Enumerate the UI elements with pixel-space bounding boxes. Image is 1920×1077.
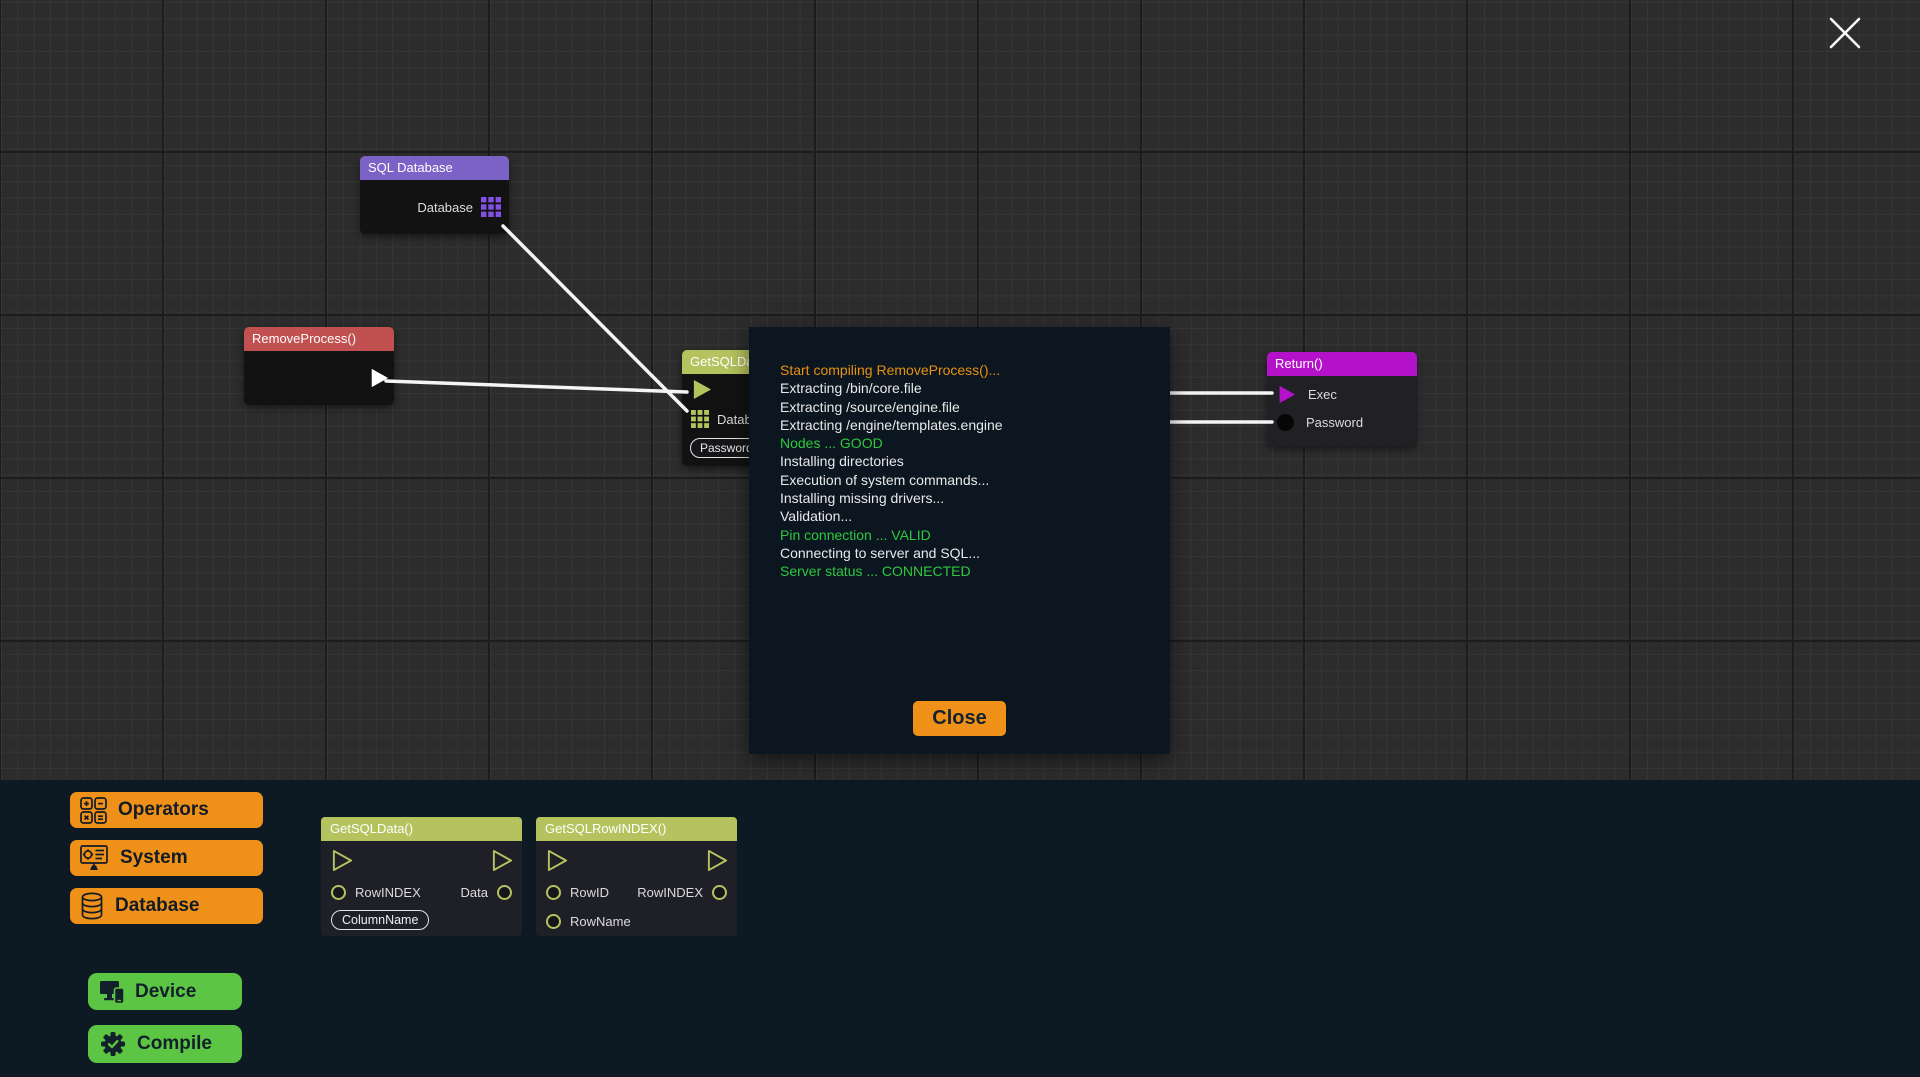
- device-button[interactable]: Device: [88, 973, 242, 1010]
- category-button-operators[interactable]: Operators: [70, 792, 263, 828]
- pin-label: Data: [461, 885, 488, 900]
- close-button[interactable]: Close: [913, 701, 1006, 736]
- exec-input-pin-icon[interactable]: [691, 378, 712, 401]
- devices-icon: [99, 980, 125, 1004]
- log-line: Extracting /engine/templates.engine: [780, 416, 1154, 434]
- exec-input-pin-icon[interactable]: [331, 849, 352, 872]
- node-title: SQL Database: [368, 160, 453, 175]
- log-line: Nodes ... GOOD: [780, 434, 1154, 452]
- node-header-remove-process[interactable]: RemoveProcess(): [244, 327, 394, 351]
- node-title: RemoveProcess(): [252, 331, 356, 346]
- log-line: Pin connection ... VALID: [780, 526, 1154, 544]
- log-line: Extracting /source/engine.file: [780, 398, 1154, 416]
- password-pin-label: Password: [1306, 415, 1363, 430]
- button-label: System: [120, 847, 188, 869]
- exec-input-pin-icon[interactable]: [1277, 384, 1296, 405]
- node-header-sql-database[interactable]: SQL Database: [360, 156, 509, 180]
- node-return[interactable]: Return() Exec Password: [1267, 352, 1417, 446]
- log-line: Validation...: [780, 507, 1154, 525]
- button-label: Compile: [137, 1033, 212, 1055]
- node-body: Exec Password: [1267, 376, 1417, 446]
- pin-label: RowID: [570, 885, 609, 900]
- compile-log-modal: Start compiling RemoveProcess()... Extra…: [749, 327, 1170, 754]
- system-monitor-icon: [80, 845, 109, 871]
- button-label: Device: [135, 981, 196, 1003]
- log-line: Installing directories: [780, 452, 1154, 470]
- rowindex-output-pin-icon[interactable]: [712, 885, 727, 900]
- node-remove-process[interactable]: RemoveProcess(): [244, 327, 394, 405]
- node-title: Return(): [1275, 356, 1323, 371]
- node-header-return[interactable]: Return(): [1267, 352, 1417, 376]
- compile-log: Start compiling RemoveProcess()... Extra…: [780, 361, 1154, 581]
- exec-pin-label: Exec: [1308, 387, 1337, 402]
- data-output-pin-icon[interactable]: [497, 885, 512, 900]
- button-label: Operators: [118, 799, 209, 821]
- pin-label: RowINDEX: [637, 885, 703, 900]
- exec-output-pin-icon[interactable]: [706, 849, 727, 872]
- output-pin-label: Database: [417, 200, 473, 215]
- rowname-input-pin-icon[interactable]: [546, 914, 561, 929]
- log-line: Execution of system commands...: [780, 471, 1154, 489]
- exec-output-pin-icon[interactable]: [491, 849, 512, 872]
- template-node-getsqldata[interactable]: GetSQLData() RowINDEX Data ColumnName: [321, 817, 522, 936]
- node-sql-database[interactable]: SQL Database Database: [360, 156, 509, 234]
- pin-label: RowName: [570, 914, 631, 929]
- template-node-getsqlrowindex[interactable]: GetSQLRowINDEX() RowID RowINDEX: [536, 817, 737, 936]
- log-line: Server status ... CONNECTED: [780, 562, 1154, 580]
- node-body: [244, 351, 394, 405]
- compile-button[interactable]: Compile: [88, 1025, 242, 1063]
- category-button-database[interactable]: Database: [70, 888, 263, 924]
- exec-output-pin-icon[interactable]: [369, 367, 389, 389]
- calculator-icon: [80, 797, 107, 824]
- close-icon[interactable]: [1820, 8, 1870, 58]
- category-button-system[interactable]: System: [70, 840, 263, 876]
- password-input-pin-icon[interactable]: [1277, 414, 1294, 431]
- template-node-title: GetSQLRowINDEX(): [536, 817, 737, 841]
- log-line: Extracting /bin/core.file: [780, 379, 1154, 397]
- node-body: Database: [360, 180, 509, 234]
- template-node-body: RowINDEX Data ColumnName: [321, 841, 522, 936]
- log-line: Connecting to server and SQL...: [780, 544, 1154, 562]
- palette-panel: Operators System Database GetSQLData(): [0, 780, 1920, 1077]
- database-grid-pin-icon[interactable]: [691, 410, 709, 428]
- exec-input-pin-icon[interactable]: [546, 849, 567, 872]
- rowid-input-pin-icon[interactable]: [546, 885, 561, 900]
- log-line: Installing missing drivers...: [780, 489, 1154, 507]
- database-grid-pin-icon[interactable]: [481, 197, 501, 217]
- template-node-body: RowID RowINDEX RowName: [536, 841, 737, 936]
- compile-gear-icon: [99, 1030, 127, 1058]
- columnname-field[interactable]: ColumnName: [331, 910, 429, 930]
- rowindex-input-pin-icon[interactable]: [331, 885, 346, 900]
- pin-label: RowINDEX: [355, 885, 421, 900]
- database-icon: [80, 892, 104, 920]
- log-line: Start compiling RemoveProcess()...: [780, 361, 1154, 379]
- button-label: Database: [115, 895, 200, 917]
- template-node-title: GetSQLData(): [321, 817, 522, 841]
